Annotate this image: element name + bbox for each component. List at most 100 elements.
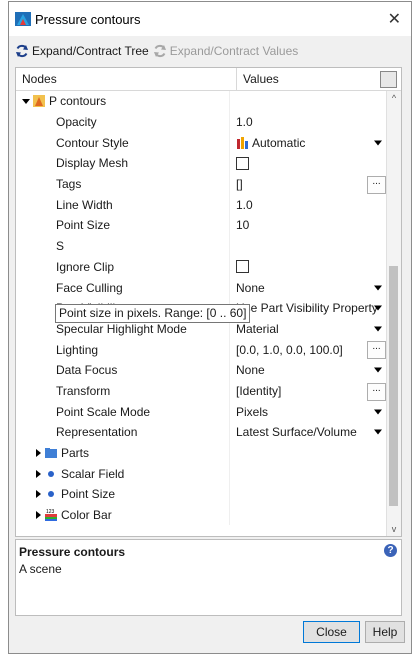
child-value-cell [230,443,388,464]
property-list: Opacity 1.0 Contour Style Automatic Display … [16,111,388,443]
property-value-cell[interactable] [230,257,388,278]
column-header-values[interactable]: Values [237,68,380,90]
dropdown-arrow-icon[interactable] [374,285,382,291]
property-value-cell[interactable]: Material [230,319,388,340]
property-value-cell[interactable]: 1.0 [230,112,388,133]
property-row[interactable]: Point Scale Mode Pixels [16,401,388,422]
child-node-row[interactable]: Parts [16,442,388,464]
property-value-cell[interactable]: [Identity]... [230,381,388,402]
property-name-cell: Representation [16,422,230,443]
property-value-cell[interactable]: [0.0, 1.0, 0.0, 100.0]... [230,339,388,360]
toolbar: Expand/Contract Tree Expand/Contract Val… [9,36,411,66]
help-icon[interactable]: ? [384,544,397,557]
property-value: 1.0 [236,115,253,130]
column-header-nodes[interactable]: Nodes [16,68,237,90]
property-row[interactable]: Lighting [0.0, 1.0, 0.0, 100.0]... [16,339,388,360]
tree-options-icon[interactable] [380,71,397,88]
property-row[interactable]: Ignore Clip [16,256,388,278]
property-value: [] [236,177,243,192]
property-name: Ignore Clip [56,259,115,274]
scrollbar-thumb[interactable] [389,266,398,506]
property-name-cell: Display Mesh [16,153,230,174]
folder-icon [45,448,57,459]
expand-arrow-icon[interactable] [36,469,41,478]
property-row[interactable]: Line Width 1.0 [16,194,388,216]
help-button[interactable]: Help [365,621,405,643]
property-row[interactable]: Tags []... [16,173,388,195]
property-value-cell[interactable]: None [230,277,388,298]
property-value: Latest Surface/Volume [236,425,357,440]
property-tree: Nodes Values P contours Opacity 1.0 Contou… [15,67,402,537]
ellipsis-button[interactable]: ... [367,382,386,401]
close-button[interactable]: Close [303,621,360,643]
property-value-cell[interactable] [230,236,388,257]
child-node-row[interactable]: Scalar Field [16,463,388,485]
property-name: S [56,239,65,254]
property-name: Opacity [56,115,97,130]
dot-icon [48,470,54,477]
property-row[interactable]: Point Size 10 [16,215,388,236]
property-value: None [236,363,265,378]
property-row[interactable]: Data Focus None [16,359,388,381]
checkbox[interactable] [236,260,249,274]
tree-header: Nodes Values [16,68,401,91]
ellipsis-button[interactable]: ... [367,341,386,360]
expand-arrow-icon[interactable] [36,449,41,458]
property-name-cell: Opacity [16,111,230,133]
property-name: Face Culling [56,280,123,295]
property-value-cell[interactable]: Automatic [230,132,388,153]
scrollbar[interactable]: ^ v [386,91,401,536]
scroll-up-icon[interactable]: ^ [387,91,401,105]
property-name-cell: Data Focus [16,359,230,381]
property-value-cell[interactable]: Latest Surface/Volume [230,422,388,443]
property-row[interactable]: Transform [Identity]... [16,380,388,402]
close-window-icon[interactable]: ✕ [388,9,401,29]
child-node: Point Size [16,484,230,505]
expand-contract-values-button[interactable]: Expand/Contract Values [153,44,298,58]
property-value-cell[interactable]: None [230,360,388,381]
description-panel: Pressure contours A scene ? [15,539,402,616]
property-value-cell[interactable] [230,153,388,174]
ellipsis-button[interactable]: ... [367,175,386,194]
child-value-cell [230,484,388,505]
property-row[interactable]: Display Mesh [16,153,388,174]
expand-arrow-icon[interactable] [36,490,41,499]
property-name: Line Width [56,197,113,212]
dropdown-arrow-icon[interactable] [374,429,382,435]
property-value-cell[interactable]: Use Part Visibility Property [230,298,388,319]
property-value-cell[interactable]: Pixels [230,401,388,422]
expand-arrow-icon[interactable] [22,98,30,104]
property-value-cell[interactable]: 10 [230,215,388,236]
dropdown-arrow-icon[interactable] [374,367,382,373]
property-value-cell[interactable]: 1.0 [230,194,388,215]
tree-root-node: P contours [16,91,230,112]
expand-arrow-icon[interactable] [36,511,41,520]
scroll-down-icon[interactable]: v [387,522,401,536]
child-value-cell [230,463,388,484]
dropdown-arrow-icon[interactable] [374,409,382,415]
expand-contract-tree-button[interactable]: Expand/Contract Tree [15,44,149,58]
property-row[interactable]: Representation Latest Surface/Volume [16,422,388,443]
property-row[interactable]: Face Culling None [16,277,388,298]
checkbox[interactable] [236,156,249,170]
property-name: Contour Style [56,135,129,150]
dropdown-arrow-icon[interactable] [374,140,382,146]
refresh-icon [153,44,166,58]
property-name: Display Mesh [56,156,129,171]
property-name: Point Size [56,218,111,233]
property-name-cell: Point Scale Mode [16,401,230,422]
tree-root-row[interactable]: P contours [16,91,388,112]
property-row[interactable]: Contour Style Automatic [16,132,388,154]
property-row[interactable]: S [16,235,388,257]
property-value: 10 [236,218,250,233]
property-name-cell: Tags [16,173,230,195]
property-name: Transform [56,383,111,398]
child-node-row[interactable]: 123 Color Bar [16,504,388,526]
property-name-cell: Face Culling [16,277,230,298]
property-value-cell[interactable]: []... [230,174,388,195]
dropdown-arrow-icon[interactable] [374,305,382,311]
dropdown-arrow-icon[interactable] [374,326,382,332]
property-row[interactable]: Opacity 1.0 [16,111,388,133]
child-node-row[interactable]: Point Size [16,484,388,505]
property-name-cell: Line Width [16,194,230,216]
